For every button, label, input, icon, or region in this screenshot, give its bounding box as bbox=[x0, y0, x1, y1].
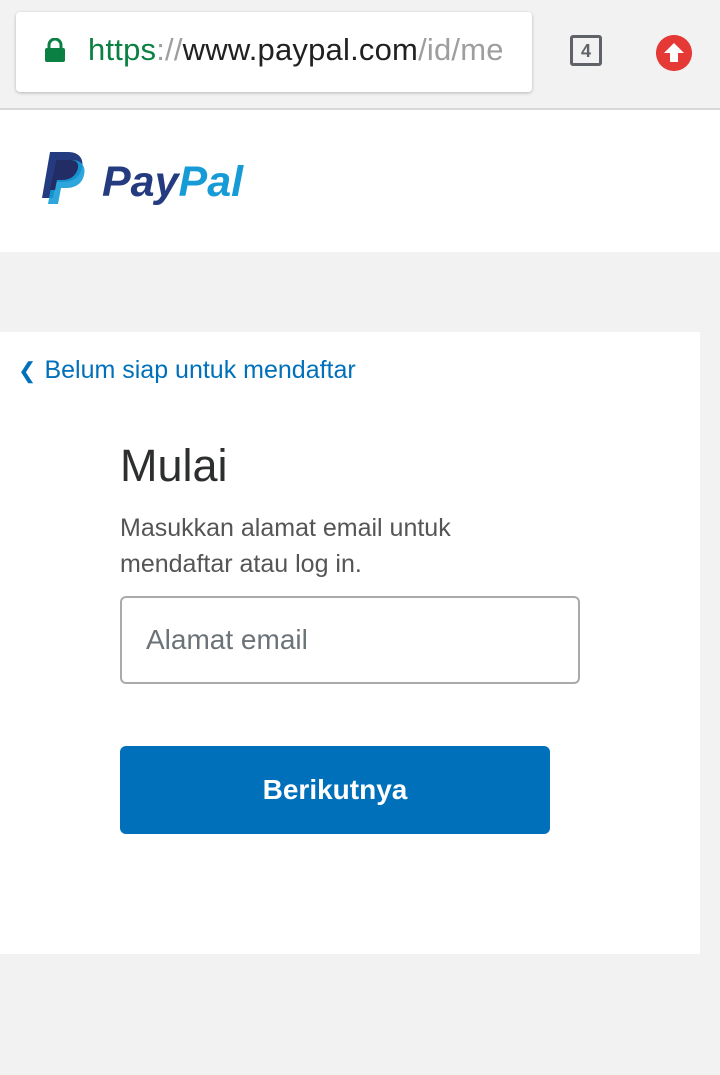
paypal-mark-icon bbox=[42, 152, 85, 204]
url-host: www.paypal.com bbox=[182, 32, 419, 67]
arrow-up-icon[interactable] bbox=[656, 35, 692, 71]
back-link[interactable]: ❮ Belum siap untuk mendaftar bbox=[18, 356, 356, 385]
address-bar[interactable]: https://www.paypal.com/id/me bbox=[16, 12, 532, 92]
logo-pal-text: Pal bbox=[178, 158, 244, 206]
email-field[interactable] bbox=[120, 596, 580, 684]
signup-card: ❮ Belum siap untuk mendaftar Mulai Masuk… bbox=[0, 332, 700, 954]
back-link-label: Belum siap untuk mendaftar bbox=[44, 356, 356, 384]
url-text[interactable]: https://www.paypal.com/id/me bbox=[88, 32, 504, 68]
url-separator: :// bbox=[156, 32, 183, 67]
url-path: /id/me bbox=[418, 32, 504, 67]
lock-icon bbox=[45, 38, 65, 62]
browser-toolbar: https://www.paypal.com/id/me 4 bbox=[0, 0, 720, 110]
paypal-logo[interactable]: PayPal bbox=[40, 152, 243, 209]
tab-switcher-button[interactable]: 4 bbox=[570, 35, 602, 66]
paypal-wordmark: PayPal bbox=[102, 158, 243, 207]
chevron-left-icon: ❮ bbox=[18, 357, 37, 383]
page-title: Mulai bbox=[120, 440, 228, 491]
url-fade bbox=[502, 12, 532, 92]
page-subtitle: Masukkan alamat email untuk mendaftar at… bbox=[120, 514, 451, 578]
url-scheme: https bbox=[88, 32, 157, 67]
next-button[interactable]: Berikutnya bbox=[120, 746, 550, 834]
site-header: PayPal bbox=[0, 110, 720, 252]
logo-pay-text: Pay bbox=[102, 158, 179, 206]
